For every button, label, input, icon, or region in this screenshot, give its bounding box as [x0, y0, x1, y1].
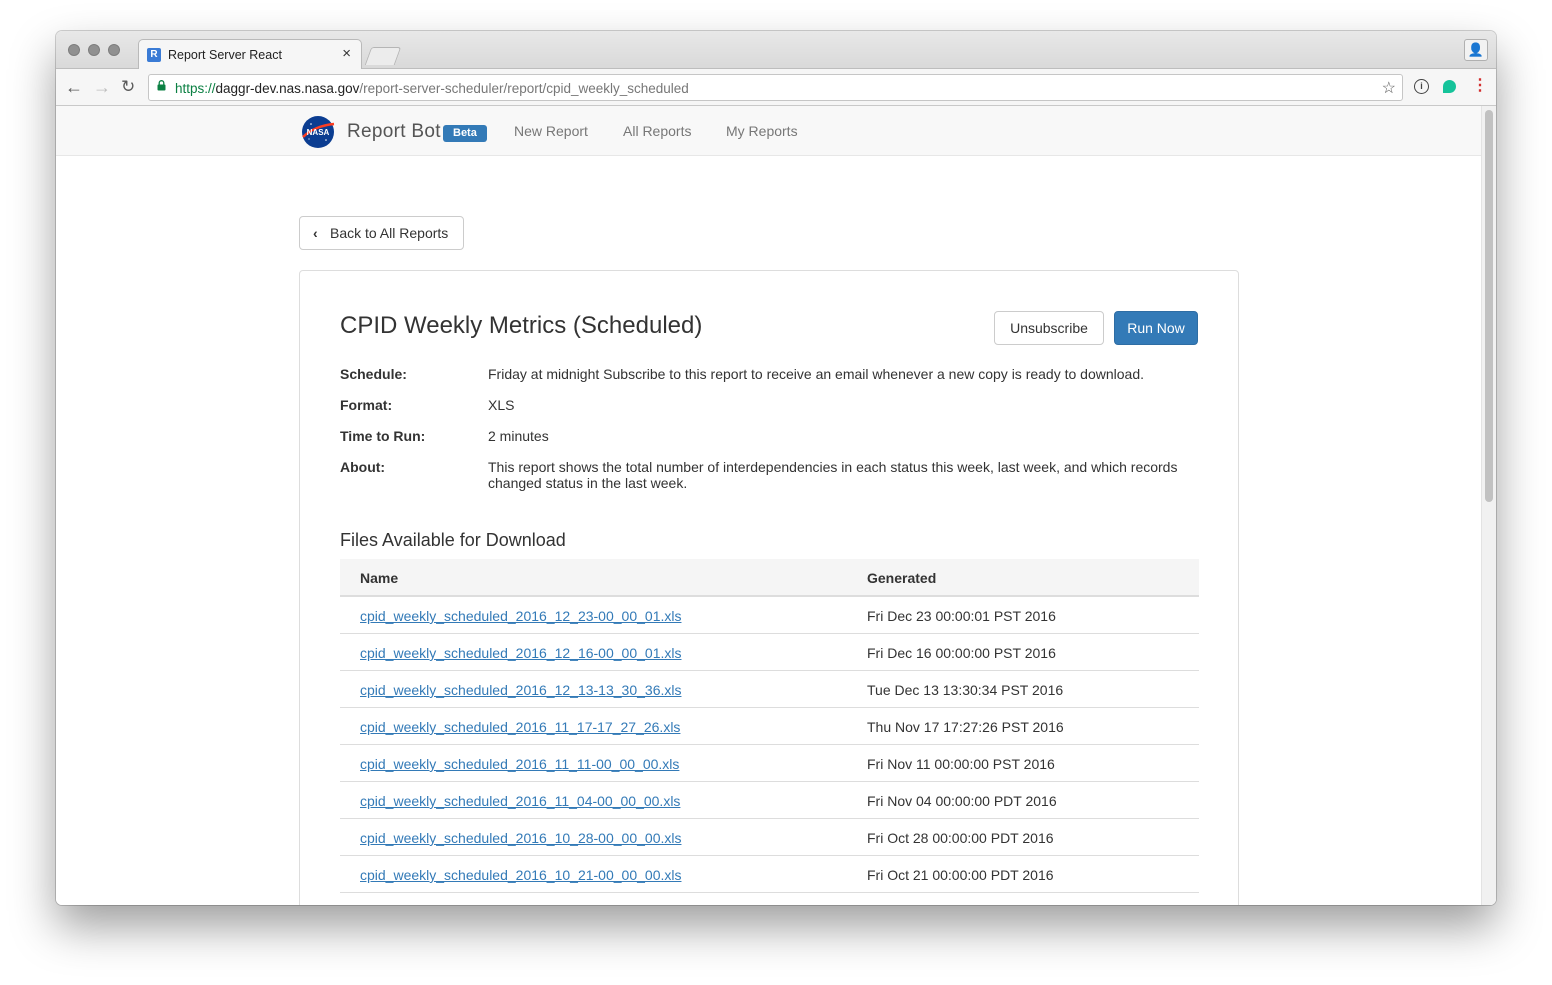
schedule-value: Friday at midnight Subscribe to this rep… — [488, 366, 1145, 382]
files-section-title: Files Available for Download — [340, 530, 566, 550]
profile-icon[interactable]: 👤 — [1464, 39, 1488, 61]
browser-window: R Report Server React × 👤 ← → ↻ https://… — [56, 31, 1496, 905]
logo-text: NASA — [307, 128, 330, 137]
url-text: https://daggr-dev.nas.nasa.gov/report-se… — [175, 81, 689, 96]
file-generated-date: Thu Nov 17 17:27:26 PST 2016 — [867, 719, 1064, 735]
file-download-link[interactable]: cpid_weekly_scheduled_2016_12_23-00_00_0… — [360, 608, 681, 624]
table-row: cpid_weekly_scheduled_2016_12_23-00_00_0… — [340, 597, 1199, 634]
format-label: Format: — [340, 397, 393, 413]
extension-grammarly-icon[interactable] — [1443, 80, 1456, 93]
file-generated-date: Fri Oct 28 00:00:00 PDT 2016 — [867, 830, 1054, 846]
brand-name[interactable]: Report Bot — [347, 121, 441, 143]
file-download-link[interactable]: cpid_weekly_scheduled_2016_12_13-13_30_3… — [360, 682, 681, 698]
unsubscribe-button[interactable]: Unsubscribe — [994, 311, 1104, 345]
nav-my-reports[interactable]: My Reports — [726, 123, 798, 139]
about-value: This report shows the total number of in… — [488, 459, 1178, 491]
nav-new-report[interactable]: New Report — [514, 123, 588, 139]
schedule-label: Schedule: — [340, 366, 407, 382]
forward-arrow-icon[interactable]: → — [93, 75, 111, 99]
file-download-link[interactable]: cpid_weekly_scheduled_2016_10_28-00_00_0… — [360, 830, 681, 846]
files-table: Name Generated cpid_weekly_scheduled_201… — [340, 559, 1199, 893]
nasa-logo[interactable]: NASA — [301, 115, 335, 149]
table-header: Name Generated — [340, 559, 1199, 597]
bookmark-star-icon[interactable]: ☆ — [1382, 78, 1396, 98]
back-button-label: Back to All Reports — [330, 225, 449, 241]
back-to-all-reports-button[interactable]: ‹ Back to All Reports — [299, 216, 464, 250]
file-generated-date: Tue Dec 13 13:30:34 PST 2016 — [867, 682, 1064, 698]
browser-tab[interactable]: R Report Server React × — [138, 39, 362, 70]
address-bar[interactable]: https://daggr-dev.nas.nasa.gov/report-se… — [148, 74, 1403, 101]
browser-toolbar: ← → ↻ https://daggr-dev.nas.nasa.gov/rep… — [56, 69, 1496, 106]
back-arrow-icon[interactable]: ← — [65, 75, 83, 99]
table-row: cpid_weekly_scheduled_2016_12_13-13_30_3… — [340, 671, 1199, 708]
about-label: About: — [340, 459, 386, 475]
nav-all-reports[interactable]: All Reports — [623, 123, 691, 139]
page-scrollbar[interactable] — [1481, 106, 1496, 905]
file-download-link[interactable]: cpid_weekly_scheduled_2016_12_16-00_00_0… — [360, 645, 681, 661]
title-bar: R Report Server React × 👤 — [56, 31, 1496, 70]
page-viewport: NASA Report Bot Beta New Report All Repo… — [56, 106, 1496, 905]
column-header-name[interactable]: Name — [360, 570, 398, 586]
file-generated-date: Fri Oct 21 00:00:00 PDT 2016 — [867, 867, 1054, 883]
report-title: CPID Weekly Metrics (Scheduled) — [340, 312, 703, 339]
table-row: cpid_weekly_scheduled_2016_11_11-00_00_0… — [340, 745, 1199, 782]
lock-icon — [157, 80, 166, 91]
file-generated-date: Fri Nov 04 00:00:00 PDT 2016 — [867, 793, 1057, 809]
file-download-link[interactable]: cpid_weekly_scheduled_2016_11_17-17_27_2… — [360, 719, 680, 735]
close-window-icon[interactable] — [68, 44, 80, 56]
table-row: cpid_weekly_scheduled_2016_10_28-00_00_0… — [340, 819, 1199, 856]
file-download-link[interactable]: cpid_weekly_scheduled_2016_11_11-00_00_0… — [360, 756, 679, 772]
file-generated-date: Fri Dec 16 00:00:00 PST 2016 — [867, 645, 1056, 661]
file-generated-date: Fri Nov 11 00:00:00 PST 2016 — [867, 756, 1055, 772]
table-row: cpid_weekly_scheduled_2016_11_04-00_00_0… — [340, 782, 1199, 819]
reload-icon[interactable]: ↻ — [121, 75, 135, 99]
minimize-window-icon[interactable] — [88, 44, 100, 56]
table-row: cpid_weekly_scheduled_2016_12_16-00_00_0… — [340, 634, 1199, 671]
tab-close-icon[interactable]: × — [342, 46, 351, 62]
url-path: /report-server-scheduler/report/cpid_wee… — [359, 81, 689, 96]
scrollbar-thumb[interactable] — [1485, 110, 1493, 502]
new-tab-button[interactable] — [364, 47, 402, 65]
table-row: cpid_weekly_scheduled_2016_10_21-00_00_0… — [340, 856, 1199, 893]
extension-info-icon[interactable]: i — [1414, 79, 1429, 94]
beta-badge: Beta — [443, 125, 487, 142]
report-panel: CPID Weekly Metrics (Scheduled) Unsubscr… — [299, 270, 1239, 905]
favicon-icon: R — [147, 48, 161, 62]
file-download-link[interactable]: cpid_weekly_scheduled_2016_11_04-00_00_0… — [360, 793, 680, 809]
column-header-generated[interactable]: Generated — [867, 570, 936, 586]
file-download-link[interactable]: cpid_weekly_scheduled_2016_10_21-00_00_0… — [360, 867, 681, 883]
run-now-button[interactable]: Run Now — [1114, 311, 1198, 345]
url-host: daggr-dev.nas.nasa.gov — [215, 81, 360, 96]
browser-menu-icon[interactable]: ⋮ — [1472, 76, 1488, 96]
url-scheme: https:// — [175, 81, 216, 96]
time-to-run-value: 2 minutes — [488, 428, 549, 444]
app-navbar: NASA Report Bot Beta New Report All Repo… — [56, 106, 1481, 156]
format-value: XLS — [488, 397, 515, 413]
table-row: cpid_weekly_scheduled_2016_11_17-17_27_2… — [340, 708, 1199, 745]
maximize-window-icon[interactable] — [108, 44, 120, 56]
file-generated-date: Fri Dec 23 00:00:01 PST 2016 — [867, 608, 1056, 624]
time-to-run-label: Time to Run: — [340, 428, 426, 444]
tab-title: Report Server React — [168, 48, 282, 62]
chevron-left-icon: ‹ — [313, 225, 318, 241]
